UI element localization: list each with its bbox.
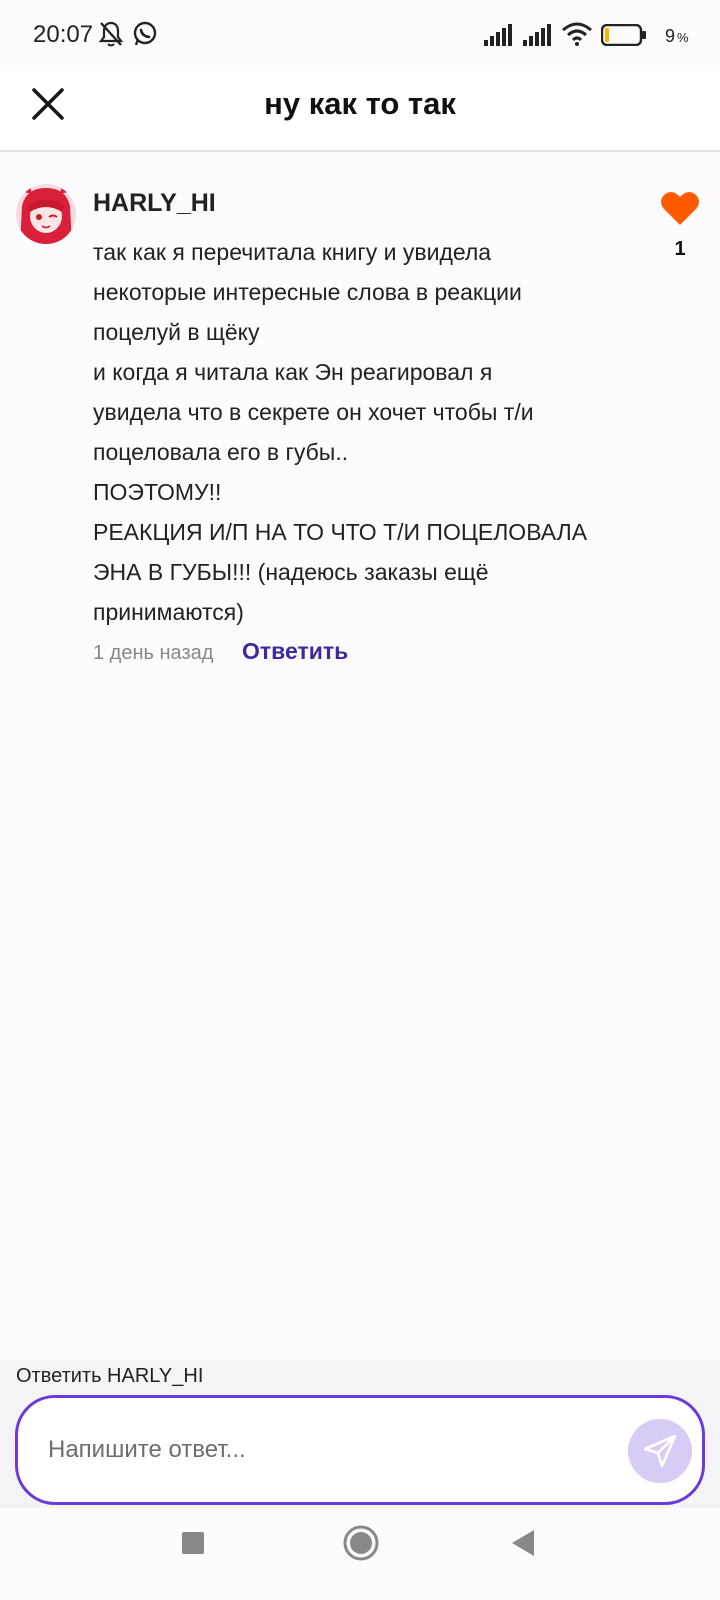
system-nav-bar (0, 1508, 720, 1600)
status-time: 20:07 (33, 21, 94, 48)
wifi-icon (561, 22, 593, 51)
home-icon[interactable] (342, 1524, 380, 1567)
send-icon (643, 1434, 677, 1468)
signal-icon (484, 24, 514, 51)
reply-input-container (15, 1395, 705, 1505)
reply-input[interactable] (48, 1398, 608, 1502)
reply-to-label: Ответить HARLY_HI (16, 1365, 204, 1387)
signal-icon (523, 24, 553, 51)
recents-icon[interactable] (180, 1530, 206, 1561)
percent-sign: % (677, 30, 689, 45)
heart-icon[interactable] (660, 189, 700, 227)
comment-text: так как я перечитала книгу и увидела нек… (93, 239, 588, 625)
battery-percent: 9 (665, 26, 676, 46)
avatar[interactable] (16, 184, 76, 244)
comment-author[interactable]: HARLY_HI (93, 189, 216, 218)
bell-muted-icon (98, 20, 124, 53)
send-button[interactable] (628, 1419, 692, 1483)
header-bar: ну как то так (0, 70, 720, 152)
comment-timestamp: 1 день назад (93, 642, 214, 664)
reply-button[interactable]: Ответить (242, 638, 348, 665)
page-title: ну как то так (264, 86, 456, 121)
back-icon[interactable] (510, 1528, 536, 1563)
status-bar: 20:07 9 % (0, 0, 720, 70)
battery-icon (600, 23, 647, 51)
whatsapp-icon (131, 20, 159, 53)
like-count: 1 (674, 238, 686, 260)
